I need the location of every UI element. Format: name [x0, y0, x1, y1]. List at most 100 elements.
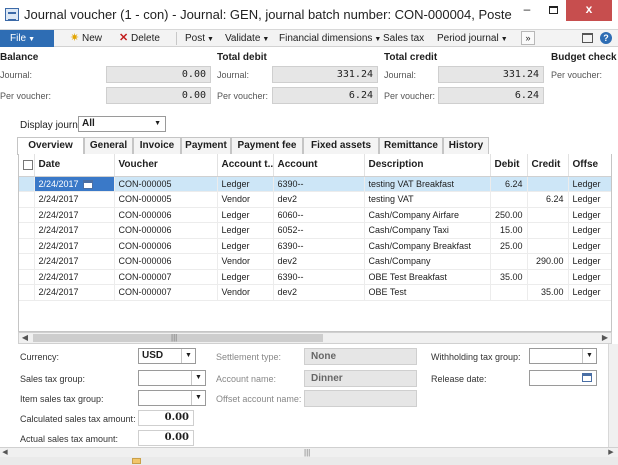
close-button[interactable]: x [566, 0, 612, 21]
scroll-left-icon[interactable]: ◀ [0, 448, 10, 457]
voucher-cell[interactable]: CON-000006 [114, 222, 218, 239]
credit-cell[interactable] [527, 176, 569, 192]
calendar-icon[interactable] [582, 373, 592, 382]
column-header-debit[interactable]: Debit [490, 154, 528, 177]
debit-cell[interactable]: 6.24 [490, 176, 528, 192]
account-cell[interactable]: 6052-- [273, 222, 365, 239]
sales-tax-group-select[interactable]: ▼ [138, 370, 206, 386]
credit-cell[interactable] [527, 207, 569, 223]
description-cell[interactable]: Cash/Company Taxi [364, 222, 491, 239]
currency-select[interactable]: USD ▼ [138, 348, 196, 364]
tab-fixed-assets[interactable]: Fixed assets [303, 137, 379, 154]
debit-cell[interactable]: 25.00 [490, 238, 528, 254]
description-cell[interactable]: testing VAT [364, 191, 491, 208]
account-type-cell[interactable]: Vendor [217, 253, 274, 270]
voucher-cell[interactable]: CON-000007 [114, 269, 218, 285]
column-header-description[interactable]: Description [364, 154, 491, 177]
date-cell[interactable]: 2/24/2017 [34, 238, 115, 254]
tab-remittance[interactable]: Remittance [379, 137, 443, 154]
credit-cell[interactable]: 35.00 [527, 284, 569, 301]
offset-cell[interactable]: Ledger [568, 238, 611, 254]
voucher-cell[interactable]: CON-000006 [114, 253, 218, 270]
offset-cell[interactable]: Ledger [568, 207, 611, 223]
credit-cell[interactable] [527, 222, 569, 239]
offset-cell[interactable]: Ledger [568, 222, 611, 239]
withholding-tax-group-select[interactable]: ▼ [529, 348, 597, 364]
period-journal-menu-button[interactable]: Period journal ▼ [437, 30, 508, 47]
table-row[interactable]: 2/24/2017 CON-000006 Ledger 6060-- Cash/… [19, 207, 611, 223]
account-cell[interactable]: dev2 [273, 191, 365, 208]
window-layout-icon[interactable] [582, 33, 593, 43]
maximize-button[interactable] [540, 0, 566, 21]
financial-dimensions-menu-button[interactable]: Financial dimensions ▼ [279, 30, 381, 47]
release-date-input[interactable] [529, 370, 597, 386]
column-header-account[interactable]: Account [273, 154, 365, 177]
date-cell[interactable]: 2/24/2017 [34, 207, 115, 223]
account-type-cell[interactable]: Ledger [217, 269, 274, 285]
new-button[interactable]: ✷ New [70, 30, 102, 47]
offset-cell[interactable]: Ledger [568, 253, 611, 270]
tab-overview[interactable]: Overview [17, 137, 84, 155]
sales-tax-button[interactable]: Sales tax [383, 30, 424, 47]
table-row[interactable]: 2/24/2017 CON-000006 Ledger 6052-- Cash/… [19, 222, 611, 239]
column-header-account-type[interactable]: Account t... [217, 154, 274, 177]
scrollbar-thumb[interactable] [33, 334, 323, 342]
select-all-checkbox[interactable] [19, 154, 35, 177]
credit-cell[interactable] [527, 269, 569, 285]
column-header-credit[interactable]: Credit [527, 154, 569, 177]
offset-cell[interactable]: Ledger [568, 284, 611, 301]
display-journal-lines-select[interactable]: All ▼ [78, 116, 166, 132]
file-menu-button[interactable]: File ▼ [0, 30, 54, 47]
debit-cell[interactable] [490, 284, 528, 301]
account-cell[interactable]: 6060-- [273, 207, 365, 223]
offset-cell[interactable]: Ledger [568, 176, 611, 192]
account-cell[interactable]: 6390-- [273, 238, 365, 254]
form-vertical-scrollbar[interactable] [608, 344, 618, 447]
date-cell[interactable]: 2/24/2017 [34, 253, 115, 270]
tab-history[interactable]: History [443, 137, 489, 154]
account-cell[interactable]: 6390-- [273, 176, 365, 192]
actual-sales-tax-input[interactable]: 0.00 [138, 430, 194, 446]
debit-cell[interactable] [490, 253, 528, 270]
date-cell[interactable]: 2/24/2017 [34, 284, 115, 301]
credit-cell[interactable]: 6.24 [527, 191, 569, 208]
account-cell[interactable]: dev2 [273, 284, 365, 301]
voucher-cell[interactable]: CON-000006 [114, 238, 218, 254]
account-cell[interactable]: dev2 [273, 253, 365, 270]
description-cell[interactable]: OBE Test Breakfast [364, 269, 491, 285]
grid-horizontal-scrollbar[interactable]: ◀ ||| ▶ [18, 332, 612, 344]
credit-cell[interactable]: 290.00 [527, 253, 569, 270]
voucher-cell[interactable]: CON-000006 [114, 207, 218, 223]
minimize-button[interactable]: – [514, 0, 540, 21]
description-cell[interactable]: Cash/Company Airfare [364, 207, 491, 223]
delete-button[interactable]: ✕ Delete [119, 30, 160, 47]
scroll-right-icon[interactable]: ▶ [606, 448, 616, 457]
more-actions-button[interactable]: » [521, 31, 535, 45]
credit-cell[interactable] [527, 238, 569, 254]
item-sales-tax-group-select[interactable]: ▼ [138, 390, 206, 406]
column-header-offset[interactable]: Offse [568, 154, 611, 177]
account-type-cell[interactable]: Ledger [217, 238, 274, 254]
column-header-date[interactable]: Date [34, 154, 115, 177]
description-cell[interactable]: Cash/Company Breakfast [364, 238, 491, 254]
tab-payment-fee[interactable]: Payment fee [231, 137, 303, 154]
table-row[interactable]: 2/24/2017 CON-000005 Ledger 6390-- testi… [19, 176, 611, 192]
description-cell[interactable]: Cash/Company [364, 253, 491, 270]
offset-cell[interactable]: Ledger [568, 269, 611, 285]
description-cell[interactable]: OBE Test [364, 284, 491, 301]
calendar-icon[interactable] [82, 179, 93, 189]
post-menu-button[interactable]: Post ▼ [185, 30, 214, 47]
help-icon[interactable]: ? [600, 32, 612, 44]
table-row[interactable]: 2/24/2017 CON-000005 Vendor dev2 testing… [19, 191, 611, 208]
account-cell[interactable]: 6390-- [273, 269, 365, 285]
table-row[interactable]: 2/24/2017 CON-000007 Vendor dev2 OBE Tes… [19, 284, 611, 301]
account-type-cell[interactable]: Ledger [217, 176, 274, 192]
offset-cell[interactable]: Ledger [568, 191, 611, 208]
voucher-cell[interactable]: CON-000007 [114, 284, 218, 301]
debit-cell[interactable]: 250.00 [490, 207, 528, 223]
description-cell[interactable]: testing VAT Breakfast [364, 176, 491, 192]
validate-menu-button[interactable]: Validate ▼ [225, 30, 269, 47]
tab-payment[interactable]: Payment [181, 137, 231, 154]
table-row[interactable]: 2/24/2017 CON-000007 Ledger 6390-- OBE T… [19, 269, 611, 285]
debit-cell[interactable]: 35.00 [490, 269, 528, 285]
